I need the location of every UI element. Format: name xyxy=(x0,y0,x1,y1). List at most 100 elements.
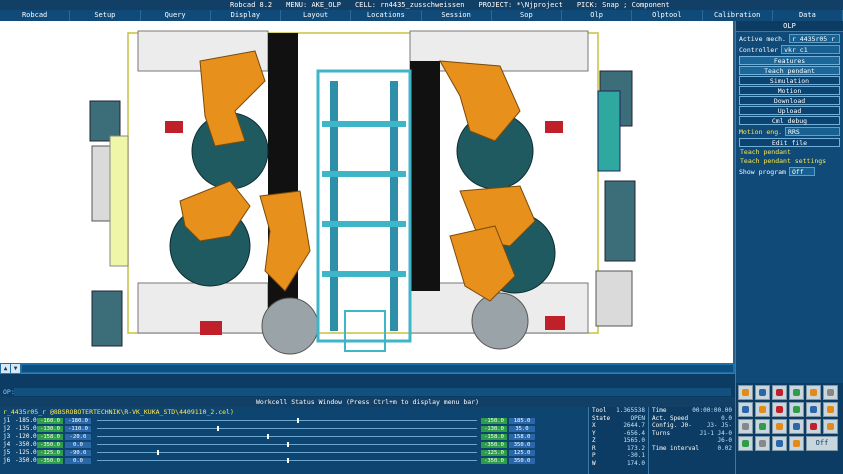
show-program-label: Show program xyxy=(739,167,786,176)
controller-field[interactable]: vkr_c1 xyxy=(781,45,840,54)
menu-data[interactable]: Data xyxy=(773,10,843,21)
status-key: Y xyxy=(592,429,596,437)
motion-eng-field[interactable]: RRS xyxy=(785,127,840,136)
upload-button[interactable]: Upload xyxy=(739,106,840,115)
menu-setup[interactable]: Setup xyxy=(70,10,141,21)
joint-handle[interactable] xyxy=(157,450,159,455)
grip-tool-icon[interactable] xyxy=(823,402,838,417)
fixture-cross-1 xyxy=(322,121,406,127)
motion-eng-label: Motion eng. xyxy=(739,127,783,136)
menu-olptool[interactable]: Olptool xyxy=(632,10,703,21)
scroll-track[interactable] xyxy=(22,364,733,372)
joint-max: 350.0 xyxy=(509,441,535,448)
turntable-6 xyxy=(471,292,529,350)
grid-tool-icon[interactable] xyxy=(755,436,770,451)
menu-session[interactable]: Session xyxy=(422,10,492,21)
zoom-tool-icon[interactable] xyxy=(789,419,804,434)
joint-low: -350.0 xyxy=(37,441,63,448)
joint-slider[interactable] xyxy=(97,426,477,431)
joint-low: -350.0 xyxy=(37,457,63,464)
status-row: Act. Speed 0.0 xyxy=(649,415,735,423)
view-tool-icon[interactable] xyxy=(772,436,787,451)
joint-slider[interactable] xyxy=(97,434,477,439)
menu-calibration[interactable]: Calibration xyxy=(703,10,773,21)
fixture-rail-2 xyxy=(390,81,398,331)
controller-label: Controller xyxy=(739,45,779,54)
off-toggle[interactable]: Off xyxy=(806,436,838,451)
reset-tool-icon[interactable] xyxy=(823,419,838,434)
robot-3 xyxy=(259,190,311,292)
olp-panel-title: OLP xyxy=(736,21,843,32)
simulation-button[interactable]: Simulation xyxy=(739,76,840,85)
joint-slider[interactable] xyxy=(97,442,477,447)
robot-tool-icon[interactable] xyxy=(738,385,753,400)
title-bar: Robcad 8.2 MENU: AKE_OLP CELL: rn4435_zu… xyxy=(0,0,843,10)
motion-button[interactable]: Motion xyxy=(739,86,840,95)
joint-slider[interactable] xyxy=(97,458,477,463)
scroll-up-icon[interactable]: ▲ xyxy=(1,363,10,373)
menu-query[interactable]: Query xyxy=(141,10,211,21)
pick-mode: PICK: Snap ; Component xyxy=(576,1,670,9)
tool-stand-1 xyxy=(165,121,183,133)
joint-handle[interactable] xyxy=(217,426,219,431)
joint-slider[interactable] xyxy=(97,450,477,455)
joint-slider[interactable] xyxy=(97,418,477,423)
location-tool-icon[interactable] xyxy=(772,385,787,400)
camera-tool-icon[interactable] xyxy=(806,402,821,417)
controller-row: Controller vkr_c1 xyxy=(739,45,840,54)
path-tool-icon[interactable] xyxy=(789,385,804,400)
joint-current: -180.0 xyxy=(65,417,91,424)
edit-file-button[interactable]: Edit file xyxy=(739,138,840,147)
download-button[interactable]: Download xyxy=(739,96,840,105)
menu-robcad[interactable]: Robcad xyxy=(0,10,71,21)
measure-tool-icon[interactable] xyxy=(823,385,838,400)
joint-max: 125.0 xyxy=(509,449,535,456)
status-row: P -30.1 xyxy=(589,452,648,460)
menu-layout[interactable]: Layout xyxy=(281,10,352,21)
features-button[interactable]: Features xyxy=(739,56,840,65)
menu-display[interactable]: Display xyxy=(211,10,281,21)
viewport-scrollbar[interactable]: ▲ ▼ xyxy=(0,363,735,373)
teach-tool-icon[interactable] xyxy=(755,402,770,417)
menu-bar: Robcad Setup Query Display Layout Locati… xyxy=(0,10,843,21)
scroll-down-icon[interactable]: ▼ xyxy=(11,363,20,373)
joint-handle[interactable] xyxy=(267,434,269,439)
teach-pendant-button[interactable]: Teach pendant xyxy=(739,66,840,75)
rotate-tool-icon[interactable] xyxy=(755,419,770,434)
weld-tool-icon[interactable] xyxy=(772,419,787,434)
show-program-select[interactable]: Off xyxy=(788,167,815,176)
gun-tool-icon[interactable] xyxy=(806,385,821,400)
status-key: Act. Speed xyxy=(652,414,689,422)
cml-debug-button[interactable]: Cml debug xyxy=(739,116,840,125)
light-tool-icon[interactable] xyxy=(789,436,804,451)
joint-handle[interactable] xyxy=(297,418,299,423)
robot-status: Tool 1.365538 State OPEN X 2644.7 Y -656.4 Z… xyxy=(588,407,648,474)
snap-tool-icon[interactable] xyxy=(738,419,753,434)
teach-pendant-item[interactable]: Teach pendant xyxy=(740,148,839,156)
play-tool-icon[interactable] xyxy=(789,402,804,417)
status-row: Time 00:00:00.00 xyxy=(649,407,735,415)
joint-row: j1 -185.0 -160.0 -180.0 -150.0 185.0 xyxy=(3,417,537,424)
status-row: J6-0 xyxy=(649,437,735,445)
joint-low: -130.0 xyxy=(37,425,63,432)
joint-min: -185.0 xyxy=(15,417,37,424)
collision-tool-icon[interactable] xyxy=(772,402,787,417)
menu-sop[interactable]: Sop xyxy=(492,10,562,21)
menu-locations[interactable]: Locations xyxy=(351,10,422,21)
joint-handle[interactable] xyxy=(287,442,289,447)
status-value: 174.0 xyxy=(626,459,645,467)
status-value: J3- J5- xyxy=(706,422,732,429)
teach-pendant-settings-item[interactable]: Teach pendant settings xyxy=(740,157,839,165)
menu-olp[interactable]: Olp xyxy=(562,10,633,21)
record-tool-icon[interactable] xyxy=(738,436,753,451)
jog-tool-icon[interactable] xyxy=(738,402,753,417)
active-mech-field[interactable]: r_4435r05_r xyxy=(788,34,840,43)
fixture-cross-4 xyxy=(322,271,406,277)
stop-tool-icon[interactable] xyxy=(806,419,821,434)
3d-viewport[interactable] xyxy=(0,21,735,363)
status-value: -30.1 xyxy=(626,452,645,459)
command-input[interactable] xyxy=(14,388,731,396)
joint-handle[interactable] xyxy=(287,458,289,463)
frame-tool-icon[interactable] xyxy=(755,385,770,400)
turntable-5 xyxy=(261,297,319,355)
